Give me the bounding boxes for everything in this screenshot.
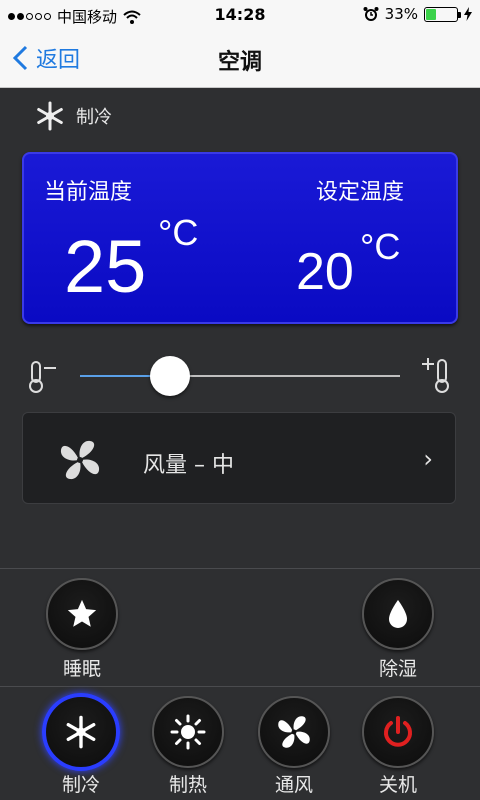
snowflake-icon <box>66 715 96 749</box>
battery-percent: 33% <box>384 5 418 23</box>
status-bar: 中国移动 14:28 33% <box>0 0 480 30</box>
thermometer-minus-icon[interactable] <box>28 360 60 394</box>
cool-mode-button[interactable] <box>42 693 120 771</box>
fan-icon <box>278 716 310 748</box>
power-icon <box>384 716 412 747</box>
current-mode-label: 制冷 <box>76 107 112 128</box>
charging-bolt-icon <box>464 7 472 21</box>
alarm-clock-icon <box>363 7 379 21</box>
dehumidify-button[interactable] <box>362 578 434 650</box>
current-temperature-unit: °C <box>158 212 199 253</box>
section-divider <box>0 568 480 569</box>
heat-mode-label: 制热 <box>168 774 207 796</box>
navigation-bar: 返回 空调 <box>0 30 480 88</box>
fan-mode-button[interactable] <box>258 696 330 768</box>
set-temperature-label: 设定温度 <box>315 180 404 205</box>
chevron-right-icon: › <box>423 445 433 473</box>
snowflake-icon <box>37 101 63 131</box>
sleep-button[interactable] <box>46 578 118 650</box>
cool-mode-label: 制冷 <box>61 774 100 796</box>
thermometer-plus-icon[interactable] <box>420 356 454 394</box>
temperature-slider-row <box>28 354 454 398</box>
fan-speed-button[interactable]: 风量 – 中 › <box>22 412 456 504</box>
battery-fill <box>426 8 436 20</box>
temperature-slider-thumb[interactable] <box>149 356 190 396</box>
sleep-label: 睡眠 <box>62 658 101 680</box>
dehumidify-label: 除湿 <box>378 658 417 680</box>
temperature-panel: 当前温度 设定温度 25 °C 20 °C <box>22 152 458 324</box>
sun-icon <box>170 714 206 750</box>
set-temperature-unit: °C <box>360 226 401 267</box>
power-off-button[interactable] <box>362 696 434 768</box>
power-off-label: 关机 <box>378 774 417 796</box>
set-temperature-value: 20 <box>296 243 354 301</box>
section-divider <box>0 686 480 687</box>
fan-mode-label: 通风 <box>274 774 313 796</box>
current-temperature-value: 25 <box>64 225 147 308</box>
heat-mode-button[interactable] <box>152 696 224 768</box>
temperature-slider-track[interactable] <box>80 375 400 377</box>
star-icon <box>67 599 97 627</box>
battery-icon <box>424 6 461 22</box>
current-mode: 制冷 <box>34 100 112 132</box>
fan-speed-label: 风量 – 中 <box>143 453 234 478</box>
status-right: 33% <box>363 5 472 23</box>
page-title: 空调 <box>217 50 262 75</box>
water-drop-icon <box>389 600 407 628</box>
fan-icon <box>60 440 100 480</box>
current-temperature-label: 当前温度 <box>44 180 133 205</box>
